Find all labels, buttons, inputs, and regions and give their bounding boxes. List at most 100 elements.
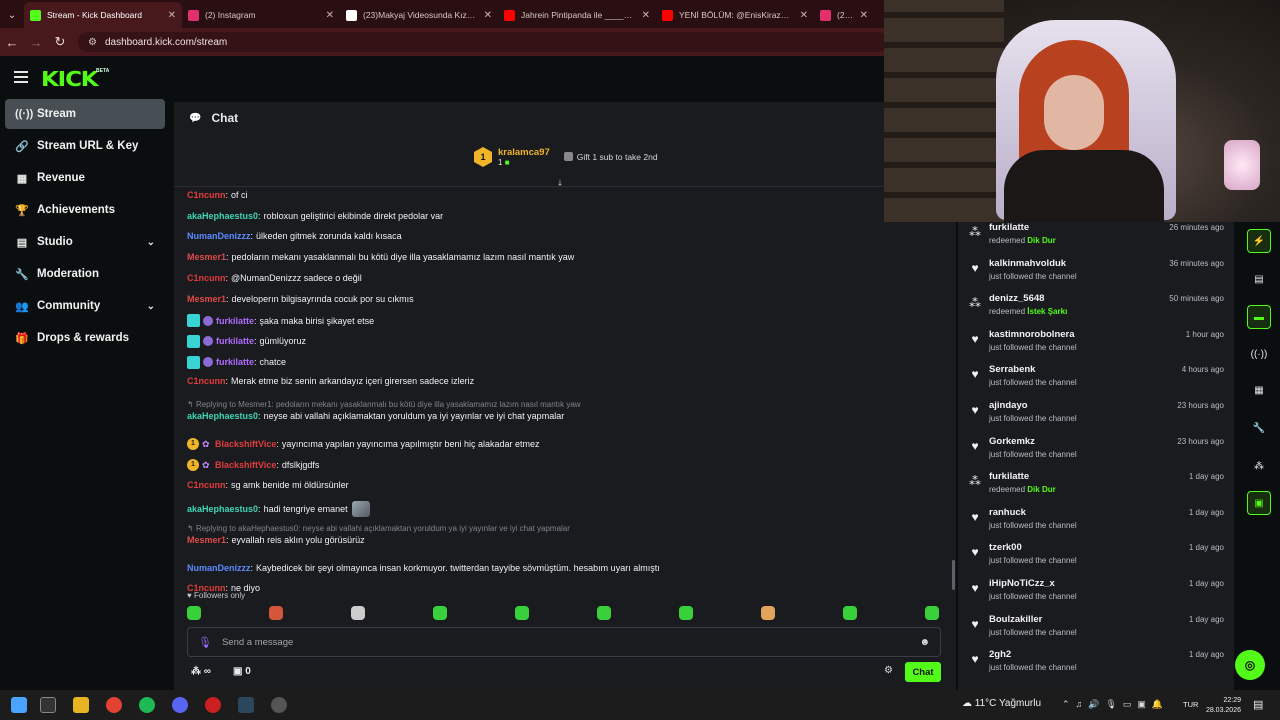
quick-emote-icon[interactable] [597, 606, 611, 620]
forward-button[interactable]: → [24, 35, 48, 50]
chat-username[interactable]: furkilatte [216, 336, 254, 346]
task-view-icon[interactable] [40, 697, 56, 713]
tab-close-icon[interactable]: ✕ [860, 10, 868, 21]
chat-username[interactable]: BlackshiftVice [215, 439, 276, 449]
tab-close-icon[interactable]: ✕ [642, 10, 650, 21]
notes-icon[interactable]: ▤ [1247, 267, 1271, 291]
activity-feed-item[interactable]: ♥ tzerk00 just followed the channel 1 da… [958, 538, 1234, 574]
send-chat-button[interactable]: Chat [905, 662, 941, 682]
browser-tab[interactable]: (2) Instagram ✕ [814, 2, 874, 28]
emoji-picker-icon[interactable]: ☻ [919, 637, 930, 648]
browser-tab[interactable]: (23)Makyaj Videosunda Kızın İ... ✕ [340, 2, 498, 28]
browser-tab[interactable]: (2) Instagram ✕ [182, 2, 340, 28]
wrench-tool-icon[interactable]: 🔧 [1247, 416, 1271, 440]
feed-username[interactable]: iHipNoTiCzz_x [989, 578, 1055, 589]
chat-username[interactable]: Mesmer1 [187, 252, 226, 262]
activity-feed-item[interactable]: ♥ 2gh2 just followed the channel 1 day a… [958, 645, 1234, 681]
chat-username[interactable]: akaHephaestus0 [187, 504, 258, 514]
spotify-icon[interactable] [139, 697, 155, 713]
chat-username[interactable]: Mesmer1 [187, 294, 226, 304]
chat-username[interactable]: C1ncunn [187, 273, 226, 283]
chat-username[interactable]: NumanDenizzz [187, 563, 251, 573]
points-balance[interactable]: ▣ 0 [233, 666, 251, 677]
sidebar-item-achievements[interactable]: 🏆 Achievements [5, 195, 165, 225]
emote-image[interactable] [351, 500, 370, 517]
tab-close-icon[interactable]: ✕ [484, 10, 492, 21]
feed-username[interactable]: furkilatte [989, 471, 1029, 482]
sidebar-item-community[interactable]: 👥 Community ⌄ [5, 291, 165, 321]
site-info-icon[interactable]: ⚙ [88, 37, 97, 48]
opera-icon[interactable] [205, 697, 221, 713]
chat-username[interactable]: C1ncunn [187, 376, 226, 386]
feed-username[interactable]: Boulzakiller [989, 614, 1042, 625]
quick-emote-icon[interactable] [515, 606, 529, 620]
quick-emote-icon[interactable] [187, 606, 201, 620]
tab-close-icon[interactable]: ✕ [800, 10, 808, 21]
chat-username[interactable]: C1ncunn [187, 190, 226, 200]
broadcast-toggle-icon[interactable]: ((·)) [1247, 342, 1271, 366]
quick-emote-icon[interactable] [925, 606, 939, 620]
layout-icon[interactable]: ▦ [1247, 378, 1271, 402]
browser-tab[interactable]: Jahrein Pintipanda ile ______ #sh ✕ [498, 2, 656, 28]
weather-widget[interactable]: ☁ 11°C Yağmurlu [962, 698, 1041, 709]
chat-scrollbar[interactable] [952, 560, 955, 590]
tab-close-icon[interactable]: ✕ [326, 10, 334, 21]
chat-input-field[interactable]: 🎙 Send a message ☻ [187, 627, 941, 657]
chevron-down-icon[interactable]: ⌄ [147, 301, 155, 312]
quick-actions-icon[interactable]: ⚡ [1247, 229, 1271, 253]
feed-username[interactable]: Serrabenk [989, 364, 1035, 375]
activity-feed-item[interactable]: ♥ kastimnorobolnera just followed the ch… [958, 325, 1234, 361]
feed-username[interactable]: Gorkemkz [989, 436, 1035, 447]
activity-feed-item[interactable]: ⁂ furkilatte redeemed Dik Dur 26 minutes… [958, 218, 1234, 254]
clock[interactable]: 22:29 28.03.2026 [1203, 696, 1241, 716]
feed-username[interactable]: tzerk00 [989, 542, 1022, 553]
quick-emote-icon[interactable] [761, 606, 775, 620]
address-bar[interactable]: ⚙ dashboard.kick.com/stream [78, 32, 888, 52]
back-button[interactable]: ← [0, 35, 24, 50]
notification-icon[interactable]: ▤ [1253, 698, 1263, 711]
community-tool-icon[interactable]: ⁂ [1247, 454, 1271, 478]
sidebar-item-moderation[interactable]: 🔧 Moderation [5, 259, 165, 289]
top-gifter-banner[interactable]: 1 kralamca97 1 ■ Gift 1 sub to take 2nd [474, 144, 658, 170]
activity-feed-item[interactable]: ⁂ furkilatte redeemed Dik Dur 1 day ago [958, 467, 1234, 503]
activity-feed-item[interactable]: ⁂ denizz_5648 redeemed İstek Şarkı 50 mi… [958, 289, 1234, 325]
chat-username[interactable]: BlackshiftVice [215, 460, 276, 470]
reply-context[interactable]: ↰ Replying to akaHephaestus0: neyse abi … [187, 524, 570, 533]
feed-username[interactable]: kastimnorobolnera [989, 329, 1075, 340]
scroll-to-bottom-icon[interactable]: ⤓ [558, 178, 562, 189]
quick-emote-icon[interactable] [433, 606, 447, 620]
activity-feed-item[interactable]: ♥ Boulzakiller just followed the channel… [958, 610, 1234, 646]
activity-feed-item[interactable]: ♥ Serrabenk just followed the channel 4 … [958, 360, 1234, 396]
quick-emote-icon[interactable] [269, 606, 283, 620]
browser-tab[interactable]: YENİ BÖLÜM: @EnisKirazogluvi ✕ [656, 2, 814, 28]
chat-username[interactable]: NumanDenizzz [187, 231, 251, 241]
feed-username[interactable]: ajindayo [989, 400, 1028, 411]
hamburger-menu-icon[interactable] [14, 71, 28, 83]
sidebar-item-drops-rewards[interactable]: 🎁 Drops & rewards [5, 323, 165, 353]
activity-feed-item[interactable]: ♥ ranhuck just followed the channel 1 da… [958, 503, 1234, 539]
chrome-icon[interactable] [106, 697, 122, 713]
reply-context[interactable]: ↰ Replying to Mesmer1: pedoların mekanı … [187, 400, 581, 409]
chat-username[interactable]: akaHephaestus0 [187, 411, 258, 421]
chat-username[interactable]: akaHephaestus0 [187, 211, 258, 221]
chat-username[interactable]: furkilatte [216, 316, 254, 326]
feed-username[interactable]: 2gh2 [989, 649, 1011, 660]
kick-logo[interactable]: KICK [41, 67, 99, 91]
reload-button[interactable]: ↻ [48, 34, 72, 50]
sidebar-item-revenue[interactable]: ▦ Revenue [5, 163, 165, 193]
feed-username[interactable]: denizz_5648 [989, 293, 1044, 304]
chat-username[interactable]: C1ncunn [187, 480, 226, 490]
support-headset-icon[interactable]: ◎ [1235, 650, 1265, 680]
feed-username[interactable]: kalkinmahvolduk [989, 258, 1066, 269]
file-explorer-icon[interactable] [73, 697, 89, 713]
tab-list-button[interactable]: ⌄ [0, 2, 24, 28]
chat-toggle-icon[interactable]: ▬ [1247, 305, 1271, 329]
start-icon[interactable] [11, 697, 27, 713]
browser-tab[interactable]: Stream - Kick Dashboard ✕ [24, 2, 182, 28]
quick-emote-icon[interactable] [351, 606, 365, 620]
steam-icon[interactable] [238, 697, 254, 713]
sidebar-item-stream[interactable]: ((·)) Stream [5, 99, 165, 129]
language-indicator[interactable]: TUR [1183, 700, 1198, 709]
activity-feed-item[interactable]: ♥ ajindayo just followed the channel 23 … [958, 396, 1234, 432]
system-tray-icons[interactable]: ⌃♫🔊🎙▭▣🔔 [1062, 699, 1169, 710]
